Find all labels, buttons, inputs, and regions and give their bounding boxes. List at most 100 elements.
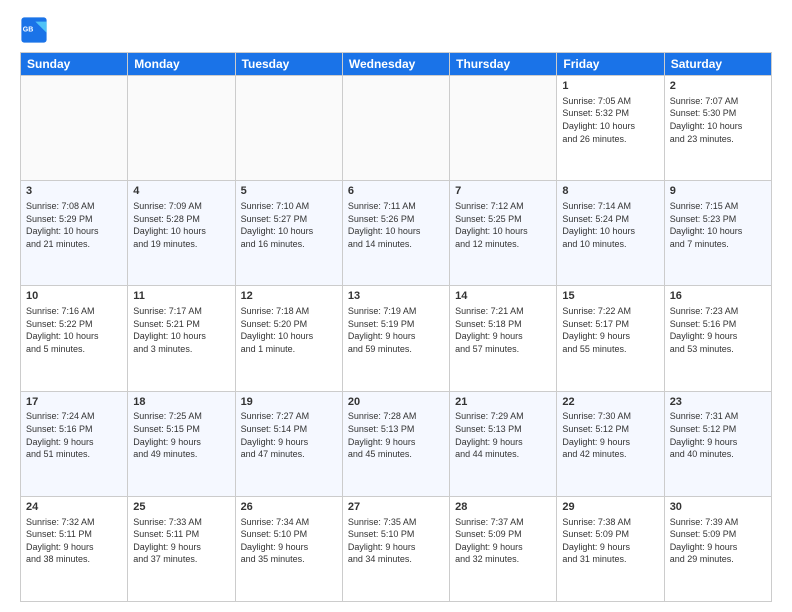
day-info: Sunrise: 7:38 AMSunset: 5:09 PMDaylight:… xyxy=(562,516,658,566)
calendar-cell: 4Sunrise: 7:09 AMSunset: 5:28 PMDaylight… xyxy=(128,181,235,286)
day-number: 8 xyxy=(562,184,658,199)
day-number: 26 xyxy=(241,500,337,515)
calendar-cell: 27Sunrise: 7:35 AMSunset: 5:10 PMDayligh… xyxy=(342,496,449,601)
calendar-cell: 2Sunrise: 7:07 AMSunset: 5:30 PMDaylight… xyxy=(664,76,771,181)
day-number: 27 xyxy=(348,500,444,515)
day-number: 25 xyxy=(133,500,229,515)
day-info: Sunrise: 7:27 AMSunset: 5:14 PMDaylight:… xyxy=(241,410,337,460)
calendar-cell: 25Sunrise: 7:33 AMSunset: 5:11 PMDayligh… xyxy=(128,496,235,601)
day-number: 12 xyxy=(241,289,337,304)
day-number: 7 xyxy=(455,184,551,199)
day-info: Sunrise: 7:21 AMSunset: 5:18 PMDaylight:… xyxy=(455,305,551,355)
weekday-header-tuesday: Tuesday xyxy=(235,53,342,76)
day-info: Sunrise: 7:14 AMSunset: 5:24 PMDaylight:… xyxy=(562,200,658,250)
calendar-cell: 17Sunrise: 7:24 AMSunset: 5:16 PMDayligh… xyxy=(21,391,128,496)
day-info: Sunrise: 7:17 AMSunset: 5:21 PMDaylight:… xyxy=(133,305,229,355)
day-info: Sunrise: 7:24 AMSunset: 5:16 PMDaylight:… xyxy=(26,410,122,460)
day-info: Sunrise: 7:23 AMSunset: 5:16 PMDaylight:… xyxy=(670,305,766,355)
day-number: 6 xyxy=(348,184,444,199)
day-info: Sunrise: 7:08 AMSunset: 5:29 PMDaylight:… xyxy=(26,200,122,250)
day-info: Sunrise: 7:30 AMSunset: 5:12 PMDaylight:… xyxy=(562,410,658,460)
day-info: Sunrise: 7:39 AMSunset: 5:09 PMDaylight:… xyxy=(670,516,766,566)
calendar-cell: 19Sunrise: 7:27 AMSunset: 5:14 PMDayligh… xyxy=(235,391,342,496)
weekday-header-thursday: Thursday xyxy=(450,53,557,76)
header: GB xyxy=(20,16,772,44)
day-info: Sunrise: 7:19 AMSunset: 5:19 PMDaylight:… xyxy=(348,305,444,355)
calendar-cell: 12Sunrise: 7:18 AMSunset: 5:20 PMDayligh… xyxy=(235,286,342,391)
day-number: 3 xyxy=(26,184,122,199)
calendar-cell: 6Sunrise: 7:11 AMSunset: 5:26 PMDaylight… xyxy=(342,181,449,286)
calendar-cell: 22Sunrise: 7:30 AMSunset: 5:12 PMDayligh… xyxy=(557,391,664,496)
page: GB SundayMondayTuesdayWednesdayThursdayF… xyxy=(0,0,792,612)
day-number: 16 xyxy=(670,289,766,304)
day-number: 13 xyxy=(348,289,444,304)
calendar-cell: 13Sunrise: 7:19 AMSunset: 5:19 PMDayligh… xyxy=(342,286,449,391)
day-number: 15 xyxy=(562,289,658,304)
day-info: Sunrise: 7:09 AMSunset: 5:28 PMDaylight:… xyxy=(133,200,229,250)
weekday-header-friday: Friday xyxy=(557,53,664,76)
calendar-cell xyxy=(21,76,128,181)
day-number: 14 xyxy=(455,289,551,304)
calendar-cell: 8Sunrise: 7:14 AMSunset: 5:24 PMDaylight… xyxy=(557,181,664,286)
calendar-cell xyxy=(128,76,235,181)
calendar-week-5: 24Sunrise: 7:32 AMSunset: 5:11 PMDayligh… xyxy=(21,496,772,601)
day-number: 20 xyxy=(348,395,444,410)
calendar: SundayMondayTuesdayWednesdayThursdayFrid… xyxy=(20,52,772,602)
day-info: Sunrise: 7:34 AMSunset: 5:10 PMDaylight:… xyxy=(241,516,337,566)
calendar-cell: 20Sunrise: 7:28 AMSunset: 5:13 PMDayligh… xyxy=(342,391,449,496)
day-info: Sunrise: 7:12 AMSunset: 5:25 PMDaylight:… xyxy=(455,200,551,250)
day-number: 9 xyxy=(670,184,766,199)
calendar-cell: 23Sunrise: 7:31 AMSunset: 5:12 PMDayligh… xyxy=(664,391,771,496)
calendar-cell: 11Sunrise: 7:17 AMSunset: 5:21 PMDayligh… xyxy=(128,286,235,391)
day-number: 10 xyxy=(26,289,122,304)
calendar-cell: 15Sunrise: 7:22 AMSunset: 5:17 PMDayligh… xyxy=(557,286,664,391)
weekday-header-monday: Monday xyxy=(128,53,235,76)
calendar-cell xyxy=(342,76,449,181)
day-number: 19 xyxy=(241,395,337,410)
day-info: Sunrise: 7:22 AMSunset: 5:17 PMDaylight:… xyxy=(562,305,658,355)
calendar-cell: 9Sunrise: 7:15 AMSunset: 5:23 PMDaylight… xyxy=(664,181,771,286)
day-info: Sunrise: 7:37 AMSunset: 5:09 PMDaylight:… xyxy=(455,516,551,566)
day-info: Sunrise: 7:05 AMSunset: 5:32 PMDaylight:… xyxy=(562,95,658,145)
day-info: Sunrise: 7:18 AMSunset: 5:20 PMDaylight:… xyxy=(241,305,337,355)
day-info: Sunrise: 7:28 AMSunset: 5:13 PMDaylight:… xyxy=(348,410,444,460)
day-info: Sunrise: 7:16 AMSunset: 5:22 PMDaylight:… xyxy=(26,305,122,355)
calendar-cell: 3Sunrise: 7:08 AMSunset: 5:29 PMDaylight… xyxy=(21,181,128,286)
day-info: Sunrise: 7:31 AMSunset: 5:12 PMDaylight:… xyxy=(670,410,766,460)
calendar-cell: 28Sunrise: 7:37 AMSunset: 5:09 PMDayligh… xyxy=(450,496,557,601)
day-info: Sunrise: 7:35 AMSunset: 5:10 PMDaylight:… xyxy=(348,516,444,566)
day-number: 17 xyxy=(26,395,122,410)
day-info: Sunrise: 7:25 AMSunset: 5:15 PMDaylight:… xyxy=(133,410,229,460)
day-info: Sunrise: 7:15 AMSunset: 5:23 PMDaylight:… xyxy=(670,200,766,250)
calendar-cell: 30Sunrise: 7:39 AMSunset: 5:09 PMDayligh… xyxy=(664,496,771,601)
day-number: 11 xyxy=(133,289,229,304)
day-number: 21 xyxy=(455,395,551,410)
day-number: 2 xyxy=(670,79,766,94)
logo-icon: GB xyxy=(20,16,48,44)
calendar-cell: 29Sunrise: 7:38 AMSunset: 5:09 PMDayligh… xyxy=(557,496,664,601)
calendar-week-3: 10Sunrise: 7:16 AMSunset: 5:22 PMDayligh… xyxy=(21,286,772,391)
logo: GB xyxy=(20,16,52,44)
day-info: Sunrise: 7:07 AMSunset: 5:30 PMDaylight:… xyxy=(670,95,766,145)
calendar-cell: 10Sunrise: 7:16 AMSunset: 5:22 PMDayligh… xyxy=(21,286,128,391)
calendar-cell xyxy=(235,76,342,181)
weekday-header-wednesday: Wednesday xyxy=(342,53,449,76)
calendar-cell xyxy=(450,76,557,181)
day-number: 28 xyxy=(455,500,551,515)
weekday-header-sunday: Sunday xyxy=(21,53,128,76)
day-number: 5 xyxy=(241,184,337,199)
day-info: Sunrise: 7:10 AMSunset: 5:27 PMDaylight:… xyxy=(241,200,337,250)
calendar-week-2: 3Sunrise: 7:08 AMSunset: 5:29 PMDaylight… xyxy=(21,181,772,286)
day-number: 29 xyxy=(562,500,658,515)
calendar-cell: 18Sunrise: 7:25 AMSunset: 5:15 PMDayligh… xyxy=(128,391,235,496)
calendar-cell: 14Sunrise: 7:21 AMSunset: 5:18 PMDayligh… xyxy=(450,286,557,391)
day-number: 1 xyxy=(562,79,658,94)
calendar-cell: 16Sunrise: 7:23 AMSunset: 5:16 PMDayligh… xyxy=(664,286,771,391)
calendar-cell: 21Sunrise: 7:29 AMSunset: 5:13 PMDayligh… xyxy=(450,391,557,496)
day-info: Sunrise: 7:33 AMSunset: 5:11 PMDaylight:… xyxy=(133,516,229,566)
calendar-week-4: 17Sunrise: 7:24 AMSunset: 5:16 PMDayligh… xyxy=(21,391,772,496)
day-number: 23 xyxy=(670,395,766,410)
calendar-cell: 24Sunrise: 7:32 AMSunset: 5:11 PMDayligh… xyxy=(21,496,128,601)
calendar-week-1: 1Sunrise: 7:05 AMSunset: 5:32 PMDaylight… xyxy=(21,76,772,181)
calendar-header-row: SundayMondayTuesdayWednesdayThursdayFrid… xyxy=(21,53,772,76)
